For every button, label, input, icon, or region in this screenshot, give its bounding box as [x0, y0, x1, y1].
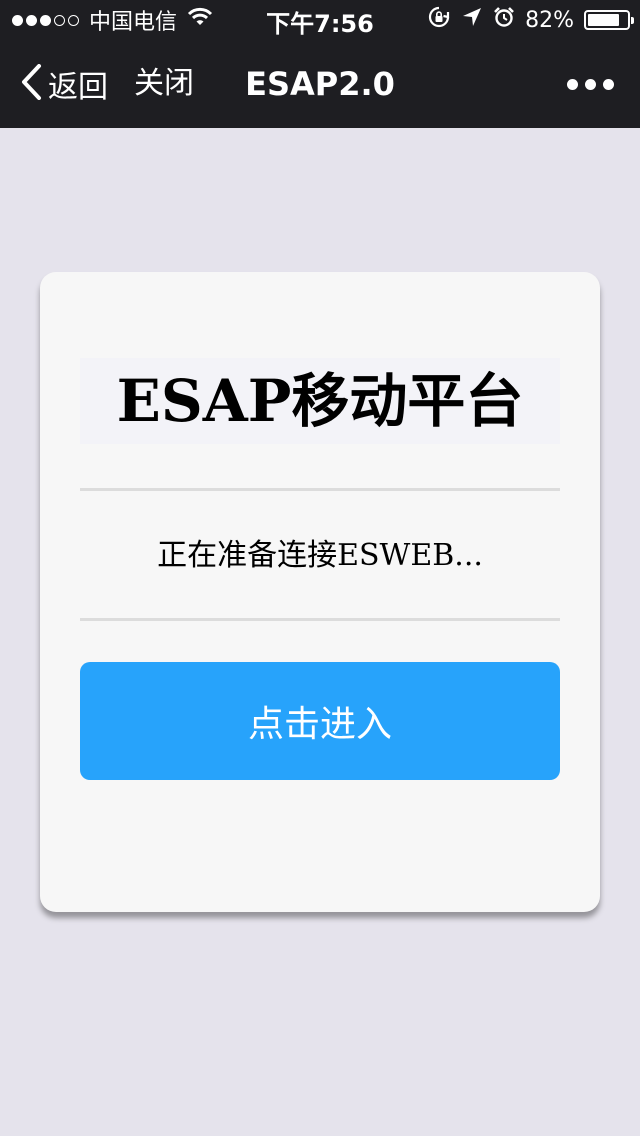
battery-icon	[584, 10, 634, 30]
location-arrow-icon	[461, 6, 483, 34]
battery-level-fill	[588, 14, 620, 26]
login-card: ESAP移动平台 正在准备连接ESWEB... 点击进入	[40, 272, 600, 912]
divider-bottom	[80, 618, 560, 621]
more-dots-icon[interactable]	[567, 64, 614, 104]
connection-status-text: 正在准备连接ESWEB...	[157, 538, 483, 573]
close-button[interactable]: 关闭	[134, 64, 194, 104]
chevron-left-icon	[20, 64, 42, 104]
status-bar-right: 82%	[427, 5, 634, 35]
status-bar: 中国电信 下午7:56 82%	[0, 0, 640, 40]
platform-title: ESAP移动平台	[116, 367, 524, 435]
alarm-icon	[493, 6, 515, 34]
navigation-bar: 返回 关闭 ESAP2.0	[0, 40, 640, 128]
battery-percent: 82%	[525, 7, 574, 33]
back-button[interactable]: 返回	[20, 64, 108, 105]
rotation-lock-icon	[427, 5, 451, 35]
back-label: 返回	[48, 70, 108, 105]
divider-top	[80, 488, 560, 491]
enter-button[interactable]: 点击进入	[80, 662, 560, 780]
